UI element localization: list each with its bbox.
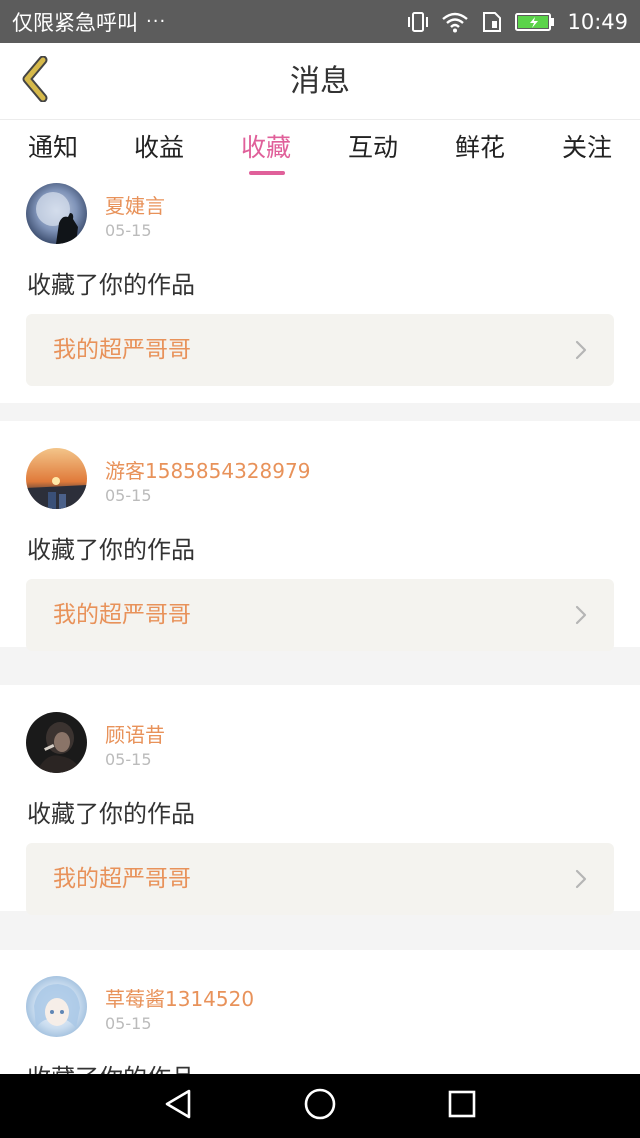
action-text: 收藏了你的作品 bbox=[27, 271, 195, 299]
date: 05-15 bbox=[105, 486, 152, 505]
tab-flowers[interactable]: 鲜花 bbox=[427, 121, 533, 179]
work-title: 我的超严哥哥 bbox=[53, 866, 191, 892]
active-tab-indicator bbox=[249, 171, 285, 175]
chevron-right-icon bbox=[574, 605, 588, 625]
message-card: 夏婕言 05-15 收藏了你的作品 我的超严哥哥 bbox=[0, 179, 640, 403]
work-link[interactable]: 我的超严哥哥 bbox=[26, 579, 614, 651]
status-left: 仅限紧急呼叫 ··· bbox=[12, 7, 166, 37]
date: 05-15 bbox=[105, 221, 152, 240]
username[interactable]: 顾语昔 bbox=[105, 719, 165, 748]
message-card: 顾语昔 05-15 收藏了你的作品 我的超严哥哥 bbox=[0, 685, 640, 915]
nav-back-button[interactable] bbox=[160, 1088, 196, 1124]
work-title: 我的超严哥哥 bbox=[53, 337, 191, 363]
message-card: 游客1585854328979 05-15 收藏了你的作品 我的超严哥哥 bbox=[0, 421, 640, 651]
status-right: 10:49 bbox=[407, 10, 628, 34]
home-circle-icon bbox=[303, 1087, 337, 1125]
tab-earnings[interactable]: 收益 bbox=[106, 121, 212, 179]
app-header: 消息 bbox=[0, 43, 640, 120]
clock-time: 10:49 bbox=[567, 9, 628, 34]
chevron-right-icon bbox=[574, 340, 588, 360]
avatar[interactable] bbox=[26, 712, 87, 773]
tab-follows[interactable]: 关注 bbox=[534, 121, 640, 179]
more-dots: ··· bbox=[146, 11, 167, 32]
page-title: 消息 bbox=[290, 64, 350, 99]
wifi-icon bbox=[441, 11, 469, 33]
action-text: 收藏了你的作品 bbox=[27, 800, 195, 828]
avatar[interactable] bbox=[26, 183, 87, 244]
action-text: 收藏了你的作品 bbox=[27, 1058, 195, 1074]
date: 05-15 bbox=[105, 750, 152, 769]
message-feed[interactable]: 夏婕言 05-15 收藏了你的作品 我的超严哥哥 游客1585854328979… bbox=[0, 179, 640, 1074]
battery-icon bbox=[515, 12, 555, 32]
tab-bar: 通知 收益 收藏 互动 鲜花 关注 bbox=[0, 121, 640, 179]
status-bar: 仅限紧急呼叫 ··· 10:49 bbox=[0, 0, 640, 43]
carrier-text: 仅限紧急呼叫 bbox=[12, 10, 138, 35]
tab-interactions[interactable]: 互动 bbox=[320, 121, 426, 179]
avatar[interactable] bbox=[26, 448, 87, 509]
work-link[interactable]: 我的超严哥哥 bbox=[26, 314, 614, 386]
work-title: 我的超严哥哥 bbox=[53, 602, 191, 628]
recents-square-icon bbox=[447, 1089, 477, 1123]
action-text: 收藏了你的作品 bbox=[27, 536, 195, 564]
system-nav-bar bbox=[0, 1074, 640, 1138]
tab-notifications[interactable]: 通知 bbox=[0, 121, 106, 179]
sim-icon bbox=[481, 11, 503, 33]
avatar[interactable] bbox=[26, 976, 87, 1037]
username[interactable]: 游客1585854328979 bbox=[105, 455, 310, 484]
username[interactable]: 夏婕言 bbox=[105, 190, 165, 219]
nav-home-button[interactable] bbox=[302, 1088, 338, 1124]
date: 05-15 bbox=[105, 1014, 152, 1033]
back-triangle-icon bbox=[163, 1088, 193, 1124]
work-link[interactable]: 我的超严哥哥 bbox=[26, 843, 614, 915]
message-card: 草莓酱1314520 05-15 收藏了你的作品 bbox=[0, 950, 640, 1074]
nav-recents-button[interactable] bbox=[444, 1088, 480, 1124]
username[interactable]: 草莓酱1314520 bbox=[105, 983, 254, 1012]
chevron-right-icon bbox=[574, 869, 588, 889]
vibrate-icon bbox=[407, 10, 429, 34]
